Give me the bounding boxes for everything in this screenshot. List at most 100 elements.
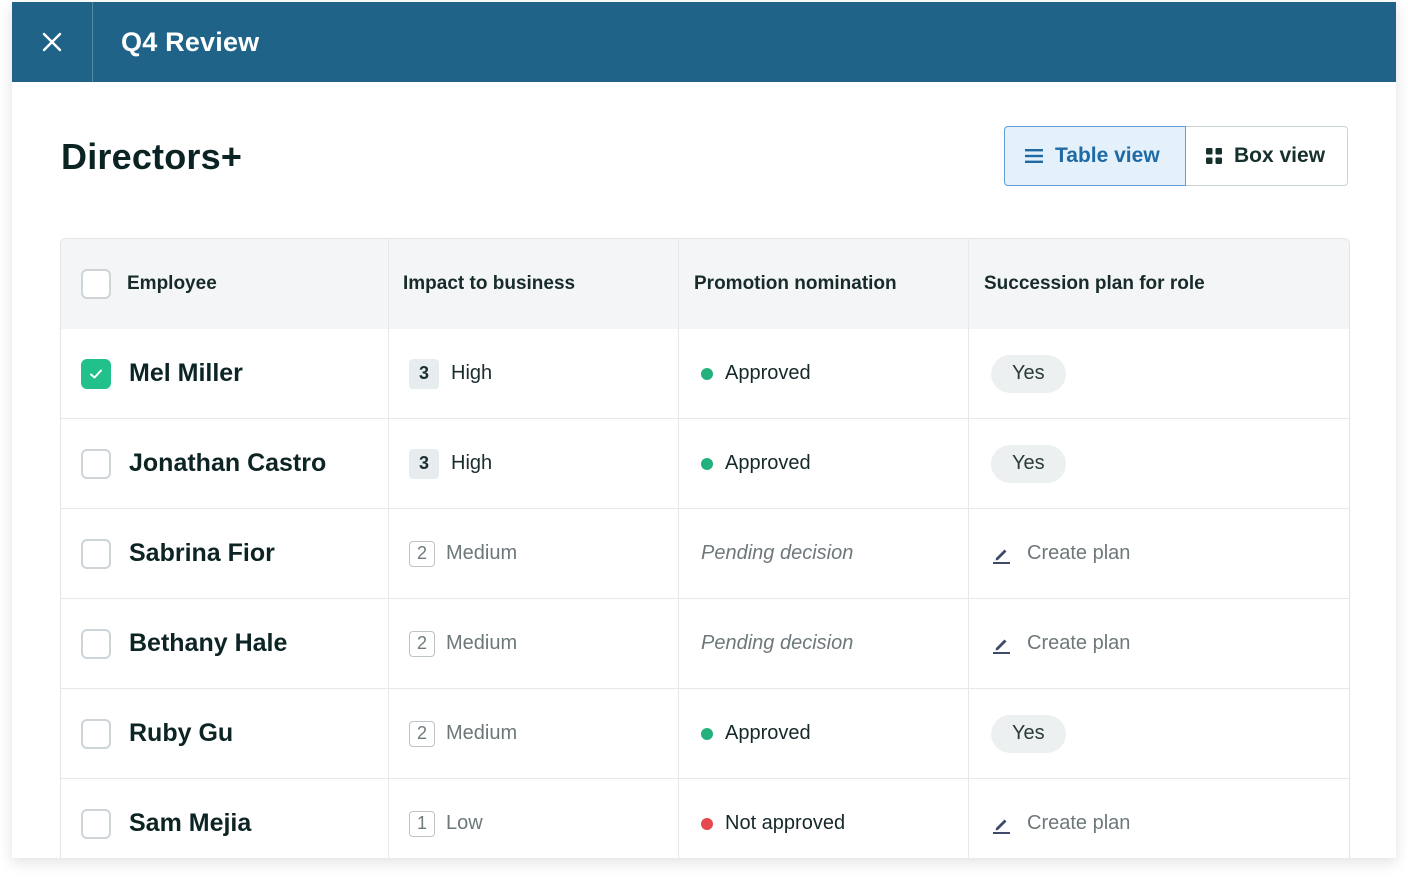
impact-level-badge: 2 — [409, 720, 435, 747]
employee-name: Ruby Gu — [129, 719, 234, 747]
nomination-status: Pending decision — [701, 632, 854, 654]
create-plan-button[interactable]: Create plan — [991, 542, 1130, 565]
succession-cell: Yes — [969, 329, 1349, 418]
status-dot — [701, 817, 713, 830]
row-checkbox[interactable] — [81, 808, 111, 839]
page-title: Directors+ — [61, 136, 243, 177]
close-button[interactable] — [12, 2, 93, 82]
list-icon — [1025, 149, 1043, 163]
create-plan-label: Create plan — [1027, 812, 1131, 834]
nomination-status: Approved — [725, 362, 811, 384]
employee-cell: Ruby Gu — [61, 689, 389, 778]
succession-badge: Yes — [991, 444, 1066, 483]
column-header: Succession plan for role — [984, 273, 1205, 294]
box-view-label: Box view — [1234, 144, 1326, 167]
table-view-button[interactable]: Table view — [1004, 126, 1186, 186]
nomination-status: Not approved — [725, 812, 846, 834]
succession-cell: Create plan — [969, 779, 1349, 858]
table-row[interactable]: Sam Mejia 1 Low Not approved Create plan — [61, 779, 1349, 858]
impact-label: High — [451, 452, 493, 474]
header-impact: Impact to business — [389, 239, 679, 329]
create-plan-label: Create plan — [1027, 632, 1131, 654]
header-promotion: Promotion nomination — [679, 239, 969, 329]
header-succession: Succession plan for role — [969, 239, 1349, 329]
employee-name: Sam Mejia — [129, 809, 252, 837]
review-window: Q4 Review Directors+ Table view Box view — [12, 2, 1396, 858]
nomination-status: Approved — [725, 722, 811, 744]
impact-label: Medium — [446, 632, 518, 654]
succession-badge: Yes — [991, 354, 1066, 393]
nomination-status: Pending decision — [701, 542, 854, 564]
impact-level-badge: 2 — [409, 630, 435, 657]
view-toggle: Table view Box view — [1004, 126, 1348, 186]
row-checkbox[interactable] — [81, 448, 111, 479]
column-header: Promotion nomination — [694, 273, 897, 294]
create-plan-label: Create plan — [1027, 542, 1131, 564]
top-bar: Q4 Review — [12, 2, 1396, 82]
impact-cell: 2 Medium — [389, 689, 679, 778]
impact-label: High — [451, 362, 493, 384]
promotion-cell: Not approved — [679, 779, 969, 858]
impact-label: Low — [446, 812, 483, 834]
header-employee: Employee — [61, 239, 389, 329]
employee-cell: Sabrina Fior — [61, 509, 389, 598]
grid-icon — [1206, 148, 1222, 164]
row-checkbox[interactable] — [81, 538, 111, 569]
impact-cell: 1 Low — [389, 779, 679, 858]
table-body: Mel Miller 3 High Approved Yes Jonathan Castr… — [61, 329, 1349, 858]
window-title: Q4 Review — [121, 26, 260, 57]
pencil-icon — [993, 549, 1010, 564]
status-dot — [701, 457, 713, 470]
impact-label: Medium — [446, 722, 518, 744]
nomination-status: Approved — [725, 452, 811, 474]
employee-cell: Sam Mejia — [61, 779, 389, 858]
employee-cell: Jonathan Castro — [61, 419, 389, 508]
impact-cell: 3 High — [389, 419, 679, 508]
impact-cell: 2 Medium — [389, 509, 679, 598]
pencil-icon — [993, 639, 1010, 654]
succession-badge: Yes — [991, 714, 1066, 753]
promotion-cell: Pending decision — [679, 599, 969, 688]
row-checkbox[interactable] — [81, 358, 111, 389]
table-row[interactable]: Bethany Hale 2 Medium Pending decision Creat… — [61, 599, 1349, 689]
close-icon — [42, 32, 62, 52]
employee-name: Bethany Hale — [129, 629, 288, 657]
column-header: Employee — [127, 273, 217, 294]
create-plan-button[interactable]: Create plan — [991, 812, 1130, 835]
impact-label: Medium — [446, 542, 518, 564]
impact-level-badge: 1 — [409, 810, 435, 837]
promotion-cell: Pending decision — [679, 509, 969, 598]
status-dot — [701, 367, 713, 380]
table-row[interactable]: Ruby Gu 2 Medium Approved Yes — [61, 689, 1349, 779]
impact-level-badge: 3 — [409, 358, 439, 389]
succession-cell: Yes — [969, 419, 1349, 508]
promotion-cell: Approved — [679, 419, 969, 508]
employee-name: Sabrina Fior — [129, 539, 275, 567]
box-view-button[interactable]: Box view — [1186, 126, 1348, 186]
employee-cell: Bethany Hale — [61, 599, 389, 688]
table-row[interactable]: Sabrina Fior 2 Medium Pending decision Creat… — [61, 509, 1349, 599]
table-row[interactable]: Mel Miller 3 High Approved Yes — [61, 329, 1349, 419]
employee-table: Employee Impact to business Promotion no… — [60, 238, 1350, 858]
select-all-checkbox[interactable] — [81, 269, 111, 299]
impact-cell: 2 Medium — [389, 599, 679, 688]
employee-cell: Mel Miller — [61, 329, 389, 418]
pencil-icon — [993, 819, 1010, 834]
succession-cell: Create plan — [969, 509, 1349, 598]
row-checkbox[interactable] — [81, 718, 111, 749]
table-header-row: Employee Impact to business Promotion no… — [61, 239, 1349, 329]
column-header: Impact to business — [403, 273, 576, 294]
succession-cell: Create plan — [969, 599, 1349, 688]
impact-cell: 3 High — [389, 329, 679, 418]
table-view-label: Table view — [1055, 144, 1160, 167]
promotion-cell: Approved — [679, 329, 969, 418]
impact-level-badge: 2 — [409, 540, 435, 567]
row-checkbox[interactable] — [81, 628, 111, 659]
employee-name: Jonathan Castro — [129, 449, 327, 477]
create-plan-button[interactable]: Create plan — [991, 632, 1130, 655]
check-icon — [90, 369, 102, 378]
status-dot — [701, 727, 713, 740]
table-row[interactable]: Jonathan Castro 3 High Approved Yes — [61, 419, 1349, 509]
succession-cell: Yes — [969, 689, 1349, 778]
promotion-cell: Approved — [679, 689, 969, 778]
